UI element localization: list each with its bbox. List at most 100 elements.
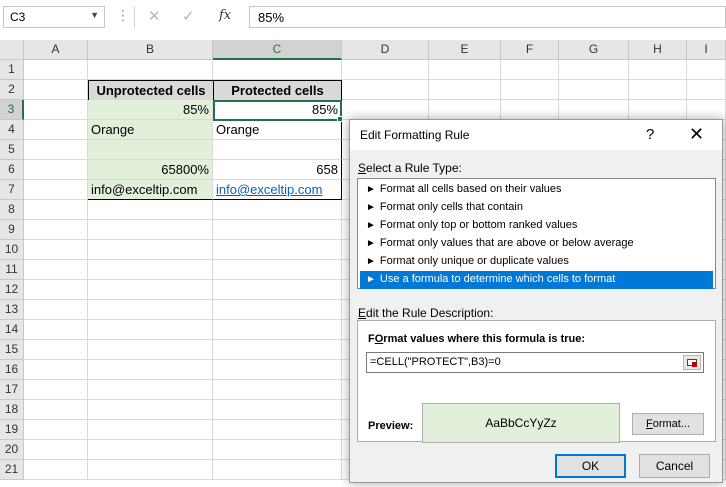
grid-cell[interactable] [24,240,88,260]
grid-cell[interactable] [24,280,88,300]
select-all-corner[interactable] [0,40,24,60]
row-header-16[interactable]: 16 [0,360,24,380]
grid-cell[interactable] [501,100,559,120]
grid-cell[interactable] [501,60,559,80]
grid-cell[interactable] [88,280,213,300]
help-icon[interactable]: ? [646,126,654,143]
cell-c7[interactable]: info@exceltip.com [213,180,342,200]
fill-handle[interactable] [337,116,343,122]
cell-b4[interactable]: Orange [88,120,213,140]
rule-type-item[interactable]: ► Format only values that are above or be… [360,235,713,253]
grid-cell[interactable] [213,400,342,420]
column-header-d[interactable]: D [342,40,429,60]
row-header-18[interactable]: 18 [0,400,24,420]
grid-cell[interactable] [88,360,213,380]
row-header-3[interactable]: 3 [0,100,24,120]
column-header-g[interactable]: G [559,40,629,60]
grid-cell[interactable] [24,440,88,460]
row-header-21[interactable]: 21 [0,460,24,480]
grid-cell[interactable] [24,60,88,80]
grid-cell[interactable] [88,300,213,320]
grid-cell[interactable] [24,180,88,200]
cell-b2[interactable]: Unprotected cells [88,80,214,101]
cell-b7[interactable]: info@exceltip.com [88,180,213,200]
row-header-13[interactable]: 13 [0,300,24,320]
grid-cell[interactable] [213,460,342,480]
grid-cell[interactable] [88,320,213,340]
grid-cell[interactable] [24,400,88,420]
row-header-12[interactable]: 12 [0,280,24,300]
cell-b3[interactable]: 85% [88,100,213,120]
row-header-4[interactable]: 4 [0,120,24,140]
grid-cell[interactable] [88,240,213,260]
email-link[interactable]: info@exceltip.com [216,182,322,197]
grid-cell[interactable] [213,220,342,240]
rule-type-item-selected[interactable]: ► Use a formula to determine which cells … [360,271,713,289]
column-header-f[interactable]: F [501,40,559,60]
row-header-10[interactable]: 10 [0,240,24,260]
grid-cell[interactable] [88,420,213,440]
grid-cell[interactable] [342,60,429,80]
grid-cell[interactable] [88,400,213,420]
grid-cell[interactable] [213,60,342,80]
grid-cell[interactable] [24,380,88,400]
grid-cell[interactable] [88,380,213,400]
row-header-17[interactable]: 17 [0,380,24,400]
grid-cell[interactable] [429,100,501,120]
insert-function-icon[interactable]: fx [219,8,231,23]
row-header-20[interactable]: 20 [0,440,24,460]
rule-type-item[interactable]: ► Format only cells that contain [360,199,713,217]
grid-cell[interactable] [213,320,342,340]
grid-cell[interactable] [24,220,88,240]
rule-type-item[interactable]: ► Format only top or bottom ranked values [360,217,713,235]
grid-cell[interactable] [24,300,88,320]
ok-button[interactable]: OK [555,454,626,478]
grid-cell[interactable] [629,80,687,100]
row-header-6[interactable]: 6 [0,160,24,180]
grid-cell[interactable] [559,80,629,100]
grid-cell[interactable] [559,60,629,80]
row-header-5[interactable]: 5 [0,140,24,160]
grid-cell[interactable] [88,220,213,240]
column-header-c[interactable]: C [213,40,342,60]
grid-cell[interactable] [213,360,342,380]
cell-c2[interactable]: Protected cells [213,80,342,101]
grid-cell[interactable] [429,80,501,100]
grid-cell[interactable] [88,260,213,280]
cell-c5[interactable] [213,140,342,160]
cell-c6[interactable]: 658 [213,160,342,180]
row-header-8[interactable]: 8 [0,200,24,220]
row-header-9[interactable]: 9 [0,220,24,240]
row-header-1[interactable]: 1 [0,60,24,80]
row-header-15[interactable]: 15 [0,340,24,360]
chevron-down-icon[interactable]: ▼ [90,10,99,20]
grid-cell[interactable] [24,200,88,220]
grid-cell[interactable] [213,240,342,260]
row-header-14[interactable]: 14 [0,320,24,340]
format-button[interactable]: Format... [632,413,704,435]
grid-cell[interactable] [213,280,342,300]
column-header-a[interactable]: A [24,40,88,60]
column-header-b[interactable]: B [88,40,213,60]
grid-cell[interactable] [629,100,687,120]
formula-input[interactable]: 85% [249,6,726,28]
grid-cell[interactable] [24,340,88,360]
grid-cell[interactable] [213,300,342,320]
cell-c4[interactable]: Orange [213,120,342,140]
grid-cell[interactable] [88,200,213,220]
grid-cell[interactable] [213,340,342,360]
column-header-e[interactable]: E [429,40,501,60]
close-icon[interactable]: ✕ [689,124,704,145]
row-header-11[interactable]: 11 [0,260,24,280]
grid-cell[interactable] [501,80,559,100]
grid-cell[interactable] [687,100,726,120]
grid-cell[interactable] [88,440,213,460]
range-select-icon[interactable] [683,355,701,370]
grid-cell[interactable] [24,360,88,380]
grid-cell[interactable] [687,60,726,80]
grid-cell[interactable] [429,60,501,80]
grid-cell[interactable] [24,120,88,140]
grid-cell[interactable] [88,340,213,360]
rule-type-item[interactable]: ► Format all cells based on their values [360,181,713,199]
grid-cell[interactable] [213,260,342,280]
